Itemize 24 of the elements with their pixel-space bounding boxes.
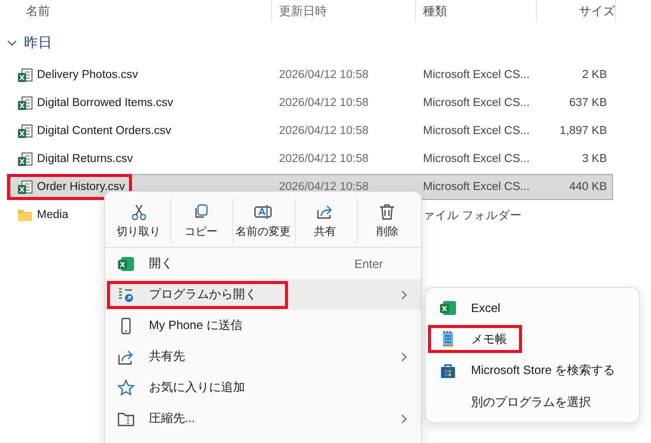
file-type: Microsoft Excel CS...: [422, 69, 531, 81]
file-size: 2 KB: [581, 69, 607, 81]
group-label: 昨日: [24, 34, 52, 52]
file-type: Microsoft Excel CS...: [422, 181, 531, 193]
file-name: Media: [37, 209, 68, 221]
modified-date: 2026/04/12 10:58: [278, 125, 370, 137]
file-type: Microsoft Excel CS...: [422, 97, 531, 109]
file-name: Digital Borrowed Items.csv: [37, 97, 174, 109]
file-type: Microsoft Excel CS...: [422, 125, 531, 137]
modified-date: 2026/04/12 10:58: [278, 97, 370, 109]
file-name: Digital Returns.csv: [37, 153, 133, 165]
modified-date: 2026/04/12 10:58: [278, 181, 370, 193]
file-name: Delivery Photos.csv: [37, 69, 138, 81]
file-size: 3 KB: [581, 153, 607, 165]
file-size: 1,897 KB: [558, 125, 607, 137]
file-type: ァイル フォルダー: [422, 208, 524, 222]
file-type: Microsoft Excel CS...: [422, 153, 531, 165]
modified-date: 2026/04/12 10:58: [278, 69, 370, 81]
file-size: 440 KB: [568, 181, 607, 193]
shortcut-text: Enter: [354, 256, 383, 270]
file-name: Order History.csv: [37, 181, 125, 193]
modified-date: 2026/04/12 10:58: [278, 153, 370, 165]
file-name: Digital Content Orders.csv: [37, 125, 172, 137]
file-size: 637 KB: [568, 97, 607, 109]
